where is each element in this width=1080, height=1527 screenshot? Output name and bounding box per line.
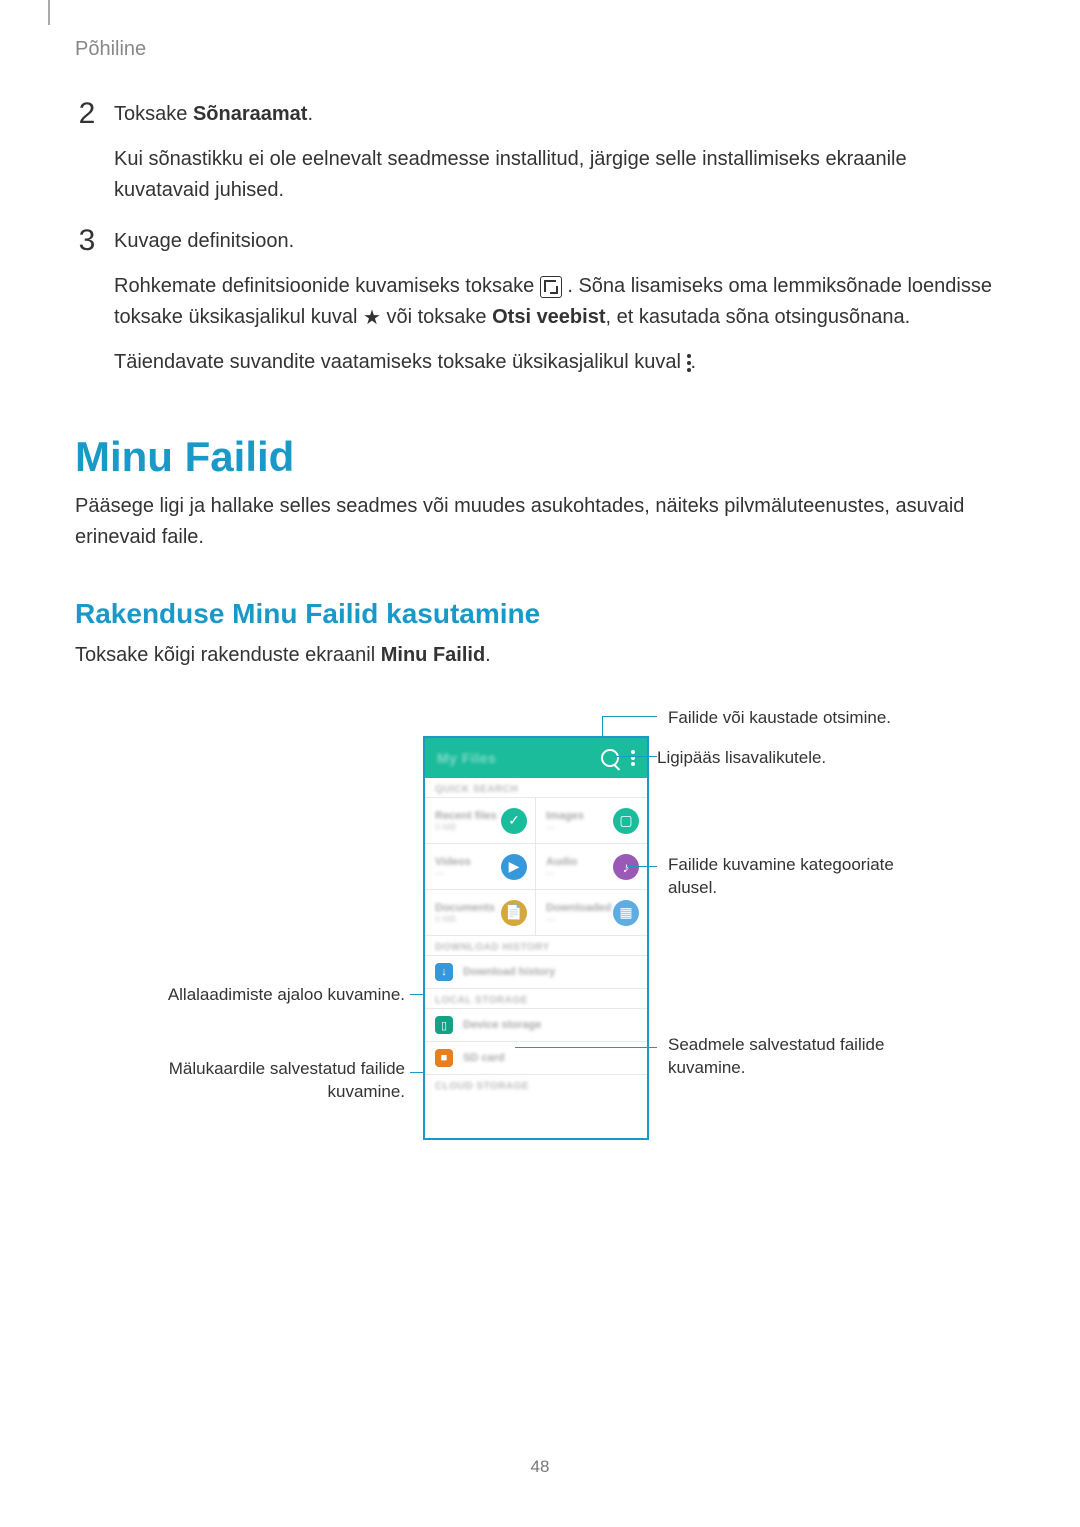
recent-icon: ✓: [501, 808, 527, 834]
step-2-line-2: Kui sõnastikku ei ole eelnevalt seadmess…: [114, 144, 1005, 206]
quick-search-label: QUICK SEARCH: [425, 778, 647, 797]
device-storage-row[interactable]: ▯ Device storage: [425, 1009, 647, 1042]
step-3-line-3: Täiendavate suvandite vaatamiseks toksak…: [114, 347, 1005, 378]
local-storage-label: LOCAL STORAGE: [425, 989, 647, 1008]
callout-options: Ligipääs lisavalikutele.: [657, 747, 826, 770]
callout-categories: Failide kuvamine kategooriate alusel.: [668, 854, 928, 900]
page-number: 48: [0, 1457, 1080, 1477]
step-3-line-1: Kuvage definitsioon.: [114, 226, 1005, 257]
app-header-bar: My Files: [425, 738, 647, 778]
page-header: Põhiline: [75, 38, 1005, 61]
section-title-minu-failid: Minu Failid: [75, 433, 1005, 481]
cloud-storage-label: CLOUD STORAGE: [425, 1075, 647, 1094]
section-intro: Pääsege ligi ja hallake selles seadmes v…: [75, 491, 1005, 553]
callout-search: Failide või kaustade otsimine.: [668, 707, 891, 730]
download-history-label: DOWNLOAD HISTORY: [425, 936, 647, 955]
callout-device: Seadmele salvestatud failide kuvamine.: [668, 1034, 928, 1080]
categories-grid[interactable]: Recent files0 MB✓ Images—▢ Videos—▶ Audi…: [425, 797, 647, 936]
download-history-icon: ↓: [435, 963, 453, 981]
device-storage-icon: ▯: [435, 1016, 453, 1034]
more-options-icon[interactable]: [631, 748, 635, 768]
documents-icon: 📄: [501, 900, 527, 926]
more-vert-icon: [687, 354, 691, 372]
downloaded-icon: ▦: [613, 900, 639, 926]
star-icon: ★: [363, 308, 381, 328]
expand-icon: [540, 276, 562, 298]
app-diagram: My Files QUICK SEARCH Recent files0 MB✓ …: [75, 716, 1005, 1216]
usage-text: Toksake kõigi rakenduste ekraanil Minu F…: [75, 640, 1005, 671]
download-history-row[interactable]: ↓ Download history: [425, 956, 647, 989]
app-title-blurred: My Files: [437, 750, 496, 766]
images-icon: ▢: [613, 808, 639, 834]
callout-sdcard: Mälukaardile salvestatud failide kuvamin…: [145, 1058, 405, 1104]
sd-card-icon: ■: [435, 1049, 453, 1067]
search-icon[interactable]: [601, 749, 619, 767]
callout-downloads: Allalaadimiste ajaloo kuvamine.: [145, 984, 405, 1007]
phone-screenshot: My Files QUICK SEARCH Recent files0 MB✓ …: [423, 736, 649, 1140]
step-3-line-2: Rohkemate definitsioonide kuvamiseks tok…: [114, 271, 1005, 333]
videos-icon: ▶: [501, 854, 527, 880]
step-number-3: 3: [75, 226, 99, 378]
step-number-2: 2: [75, 99, 99, 206]
step-2-line-1: Toksake Sõnaraamat.: [114, 99, 1005, 130]
usage-subtitle: Rakenduse Minu Failid kasutamine: [75, 598, 1005, 630]
